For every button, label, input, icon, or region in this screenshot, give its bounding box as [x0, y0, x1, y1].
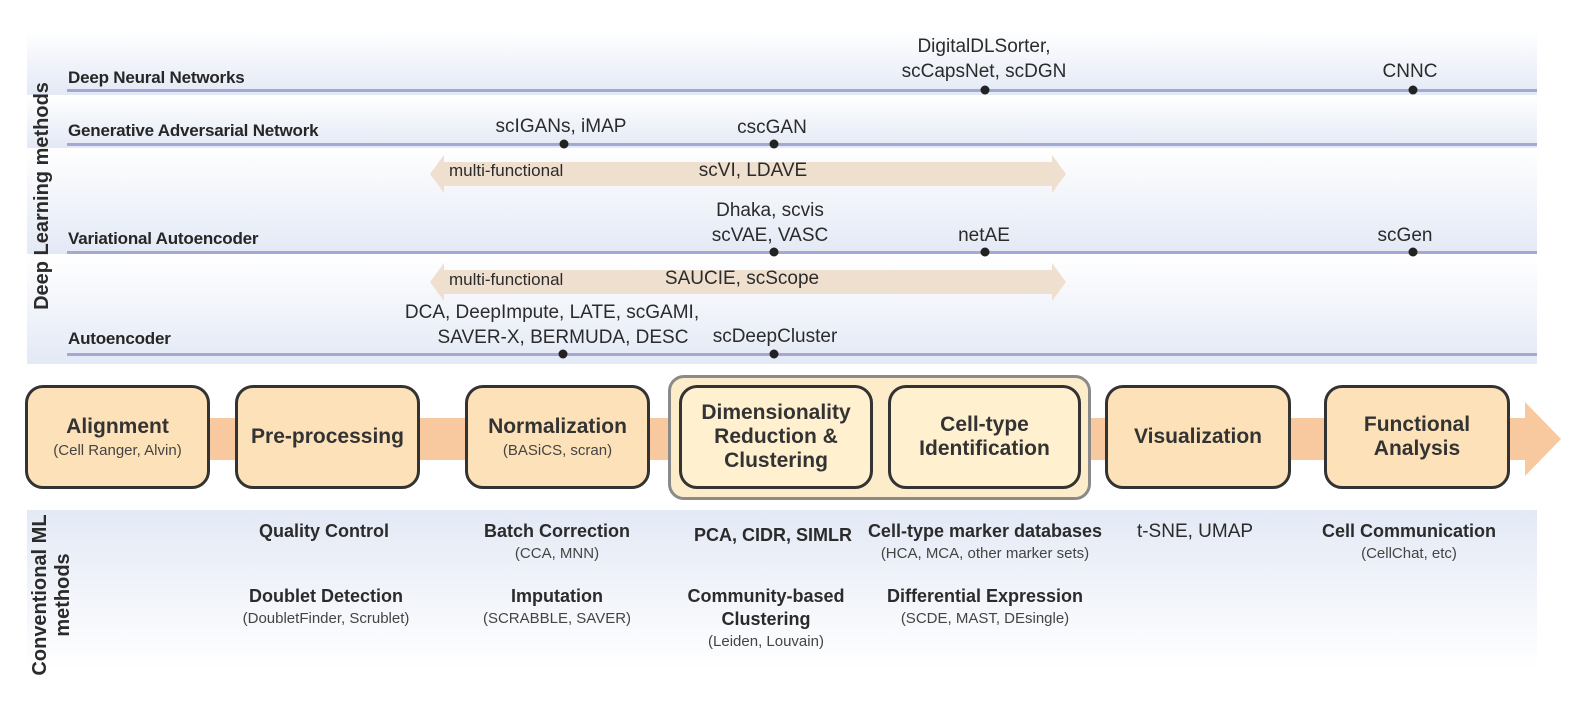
- stage-visualization[interactable]: Visualization: [1105, 385, 1291, 489]
- method-text: scCapsNet, scDGN: [901, 61, 1067, 82]
- conv-doublet-detection: Doublet Detection (DoubletFinder, Scrubl…: [243, 585, 410, 630]
- stage-normalization[interactable]: Normalization (BASiCS, scran): [465, 385, 650, 489]
- stage-functional-analysis[interactable]: Functional Analysis: [1324, 385, 1510, 489]
- vae-line: [67, 251, 1537, 254]
- conv-title: Quality Control: [259, 521, 389, 541]
- conv-community-clustering: Community-based Clustering (Leiden, Louv…: [687, 585, 844, 653]
- method-label-vae-3: scGen: [1377, 225, 1433, 246]
- conv-title: Imputation: [510, 586, 603, 606]
- stage-title: Dimensionality: [701, 401, 851, 424]
- method-text: Dhaka, scvis: [716, 200, 824, 221]
- conv-differential-expression: Differential Expression (SCDE, MAST, DEs…: [887, 585, 1083, 630]
- method-label-vae-1: Dhaka, scvis scVAE, VASC: [712, 198, 829, 248]
- multi-functional-label-1: multi-functional: [449, 161, 564, 180]
- side-label-line: methods: [52, 553, 74, 637]
- method-label-gan-2: cscGAN: [737, 117, 807, 138]
- stage-cell-type-identification[interactable]: Cell-type Identification: [888, 385, 1081, 489]
- stage-subtitle: (Cell Ranger, Alvin): [53, 442, 182, 459]
- method-dot: [769, 349, 779, 359]
- method-dot: [769, 247, 779, 257]
- stage-title: Identification: [919, 437, 1050, 460]
- stage-title: Clustering: [724, 449, 828, 472]
- category-dnn: Deep Neural Networks: [68, 68, 245, 87]
- band-dnn: [27, 30, 1537, 95]
- method-text: DCA, DeepImpute, LATE, scGAMI,: [404, 302, 700, 323]
- conv-tsne-umap: t-SNE, UMAP: [1137, 520, 1253, 543]
- conv-cell-communication: Cell Communication (CellChat, etc): [1322, 520, 1496, 565]
- pipeline-arrow-head-icon: [1525, 402, 1561, 476]
- method-text: DigitalDLSorter,: [917, 36, 1051, 57]
- method-label-ae-2: scDeepCluster: [712, 326, 838, 347]
- method-label-dnn-2: CNNC: [1382, 61, 1438, 82]
- method-text: scVAE, VASC: [711, 225, 829, 246]
- method-label-vae-2: netAE: [958, 225, 1010, 246]
- gan-line: [67, 143, 1537, 146]
- conv-subtitle: (DoubletFinder, Scrublet): [242, 610, 410, 627]
- conventional-side-label: Conventional ML methods: [29, 510, 75, 680]
- stage-title: Alignment: [66, 415, 169, 438]
- conv-title: Community-based: [687, 586, 845, 606]
- conv-imputation: Imputation (SCRABBLE, SAVER): [483, 585, 631, 630]
- stage-dimensionality-reduction[interactable]: Dimensionality Reduction & Clustering: [679, 385, 873, 489]
- conv-title: Cell Communication: [1321, 521, 1497, 541]
- stage-title: Cell-type: [940, 413, 1029, 436]
- stage-subtitle: (BASiCS, scran): [502, 442, 613, 459]
- deep-learning-side-label: Deep Learning methods: [31, 82, 53, 310]
- side-label-line: Conventional ML: [29, 514, 51, 676]
- conv-title: PCA, CIDR, SIMLR: [693, 525, 853, 545]
- conv-title: t-SNE, UMAP: [1136, 521, 1254, 542]
- conv-title: Cell-type marker databases: [867, 521, 1103, 541]
- method-dot: [769, 139, 779, 149]
- conv-subtitle: (SCRABBLE, SAVER): [482, 610, 632, 627]
- method-dot: [558, 349, 568, 359]
- stage-alignment[interactable]: Alignment (Cell Ranger, Alvin): [25, 385, 210, 489]
- conv-quality-control: Quality Control: [259, 520, 389, 543]
- stage-title: Pre-processing: [251, 425, 404, 448]
- method-label-gan-1: scIGANs, iMAP: [495, 116, 627, 137]
- stage-title: Functional: [1363, 413, 1471, 436]
- conv-title: Differential Expression: [886, 586, 1084, 606]
- method-label-ae-1: DCA, DeepImpute, LATE, scGAMI, SAVER-X, …: [405, 300, 699, 350]
- ae-line: [67, 353, 1537, 356]
- stage-title: Visualization: [1134, 425, 1262, 448]
- stage-title: Normalization: [488, 415, 627, 438]
- conv-subtitle: (SCDE, MAST, DEsingle): [900, 610, 1070, 627]
- conv-title: Clustering: [721, 609, 811, 629]
- method-dot: [1408, 247, 1418, 257]
- dnn-line: [67, 89, 1537, 92]
- method-text: SAVER-X, BERMUDA, DESC: [437, 327, 689, 348]
- conv-cell-type-marker-databases: Cell-type marker databases (HCA, MCA, ot…: [868, 520, 1102, 565]
- stage-pre-processing[interactable]: Pre-processing: [235, 385, 420, 489]
- category-gan: Generative Adversarial Network: [68, 121, 319, 140]
- method-label-dnn-1: DigitalDLSorter, scCapsNet, scDGN: [902, 34, 1067, 84]
- conv-title: Doublet Detection: [248, 586, 403, 606]
- conv-pca-cidr-simlr: PCA, CIDR, SIMLR: [694, 524, 852, 547]
- conv-subtitle: (CellChat, etc): [1361, 545, 1457, 562]
- multi-functional-methods-2: SAUCIE, scScope: [664, 268, 820, 289]
- conv-subtitle: (Leiden, Louvain): [708, 633, 824, 650]
- conv-subtitle: (HCA, MCA, other marker sets): [880, 545, 1090, 562]
- stage-title: Analysis: [1373, 437, 1461, 460]
- conv-title: Batch Correction: [483, 521, 631, 541]
- category-ae: Autoencoder: [68, 329, 171, 348]
- multi-functional-label-2: multi-functional: [449, 270, 564, 289]
- method-dot: [1408, 85, 1418, 95]
- conv-batch-correction: Batch Correction (CCA, MNN): [484, 520, 630, 565]
- stage-title: Reduction &: [714, 425, 838, 448]
- method-dot: [980, 247, 990, 257]
- category-vae: Variational Autoencoder: [68, 229, 259, 248]
- method-dot: [980, 85, 990, 95]
- conv-subtitle: (CCA, MNN): [514, 545, 600, 562]
- method-dot: [559, 139, 569, 149]
- multi-functional-methods-1: scVI, LDAVE: [698, 160, 808, 181]
